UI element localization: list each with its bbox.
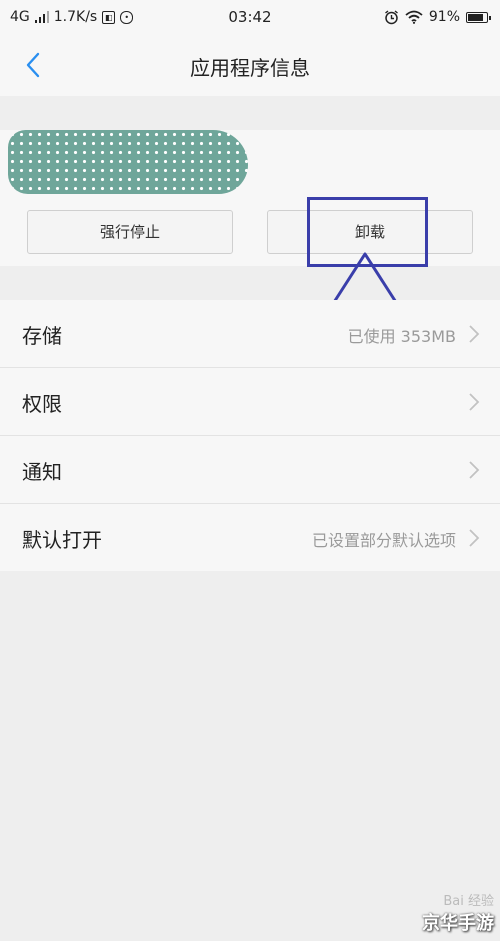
settings-row-notifications[interactable]: 通知	[0, 436, 500, 504]
settings-row-value: 已使用 353MB	[347, 327, 456, 346]
settings-row-label: 存储	[22, 324, 62, 348]
settings-row-open-by-default[interactable]: 默认打开 已设置部分默认选项	[0, 504, 500, 571]
settings-row-permissions[interactable]: 权限	[0, 368, 500, 436]
chevron-right-icon	[469, 529, 480, 547]
settings-row-label: 默认打开	[22, 528, 102, 552]
chevron-right-icon	[469, 461, 480, 479]
battery-icon	[466, 11, 491, 23]
status-bar: 4G 1.7K/s ◧ • 03:42 91%	[0, 0, 500, 34]
wifi-icon	[405, 10, 423, 24]
watermark: Bai 经验 京华手游	[422, 890, 494, 935]
settings-list: 存储 已使用 353MB 权限 通知 默认打开 已设置部分默认选项	[0, 300, 500, 571]
status-right: 91%	[384, 9, 491, 25]
force-stop-button[interactable]: 强行停止	[27, 210, 233, 254]
settings-row-value: 已设置部分默认选项	[311, 531, 456, 550]
site-watermark: 京华手游	[422, 913, 494, 934]
settings-row-label: 权限	[22, 392, 62, 416]
chevron-right-icon	[469, 393, 480, 411]
title-bar: 应用程序信息	[0, 34, 500, 96]
battery-percent: 91%	[428, 9, 460, 25]
chevron-right-icon	[469, 325, 480, 343]
page-title: 应用程序信息	[190, 56, 310, 80]
app-icon-obscured	[8, 130, 248, 194]
settings-row-storage[interactable]: 存储 已使用 353MB	[0, 300, 500, 368]
alarm-icon	[384, 9, 398, 24]
baidu-watermark: Bai 经验	[443, 894, 494, 909]
settings-row-label: 通知	[22, 460, 62, 484]
